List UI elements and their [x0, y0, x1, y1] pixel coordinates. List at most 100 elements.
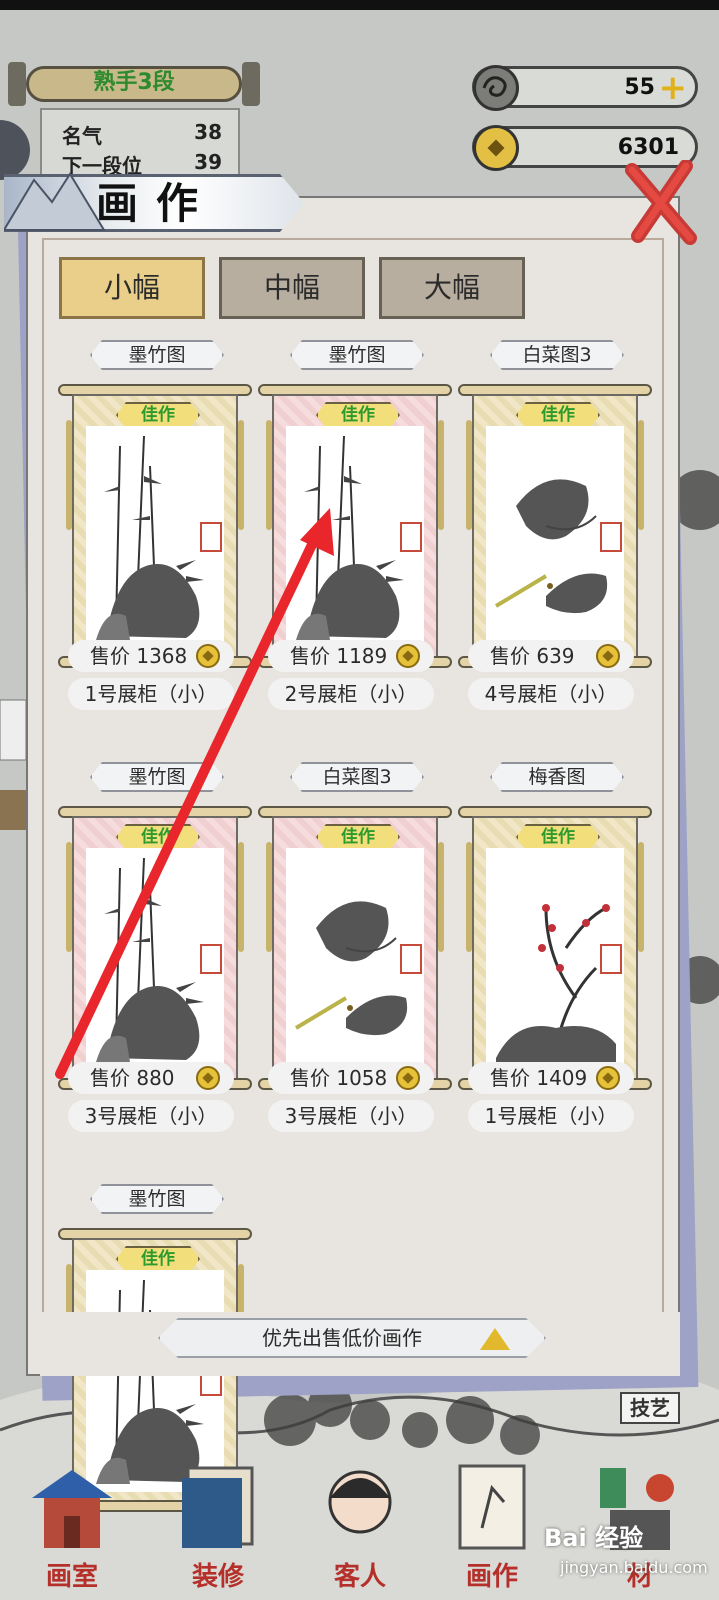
painting-card-2[interactable]: 墨竹图 佳作 售价 1189 2号展柜（小） [258, 340, 452, 750]
painting-name: 白菜图3 [490, 340, 624, 370]
nav-studio[interactable]: 画室 [12, 1458, 132, 1600]
price-pill: 售价 639 [468, 640, 634, 672]
seal-stamp [400, 944, 422, 974]
coin-icon [196, 644, 220, 668]
tassel-right [438, 842, 444, 952]
tassel-left [266, 420, 272, 530]
rank-title: 熟手3段 [93, 70, 175, 95]
close-button[interactable] [624, 159, 698, 246]
coin-icon [396, 644, 420, 668]
price-pill: 售价 880 [68, 1062, 234, 1094]
tab-small[interactable]: 小幅 [59, 257, 205, 319]
seal-stamp [600, 522, 622, 552]
painting-card-6[interactable]: 梅香图 佳作 售价 1409 1号展柜（小） [458, 762, 652, 1172]
rank-scroll: 熟手3段 [8, 62, 260, 106]
price-label: 售价 880 [90, 1066, 175, 1090]
fame-value: 38 [194, 120, 222, 144]
title-banner: 画作 [4, 168, 316, 234]
price-pill: 售价 1189 [268, 640, 434, 672]
grade-badge: 佳作 [116, 402, 200, 428]
price-pill: 售价 1368 [68, 640, 234, 672]
price-label: 售价 1409 [490, 1066, 588, 1090]
cabinet-label: 1号展柜（小） [68, 678, 234, 710]
tassel-right [638, 842, 644, 952]
fame-row: 名气 38 [62, 120, 222, 149]
nav-decorate-label: 装修 [191, 1562, 244, 1592]
seal-stamp [600, 944, 622, 974]
nav-paintings-label: 画作 [465, 1562, 518, 1592]
price-pill: 售价 1409 [468, 1062, 634, 1094]
cabinet-label: 4号展柜（小） [468, 678, 634, 710]
nav-decorate[interactable]: 装修 [158, 1458, 278, 1600]
price-label: 售价 1368 [90, 644, 188, 668]
tassel-left [66, 842, 72, 952]
cabinet-label: 2号展柜（小） [268, 678, 434, 710]
tab-medium[interactable]: 中幅 [219, 257, 365, 319]
painting-name: 白菜图3 [290, 762, 424, 792]
painting-name: 梅香图 [490, 762, 624, 792]
painting-card-3[interactable]: 白菜图3 佳作 售价 639 4号展柜（小） [458, 340, 652, 750]
grade-badge: 佳作 [116, 1246, 200, 1272]
painting-name: 墨竹图 [90, 762, 224, 792]
book-icon [182, 1466, 254, 1548]
painting-name: 墨竹图 [90, 340, 224, 370]
scroll-body: 佳作 [72, 816, 238, 1080]
coin-icon [396, 1066, 420, 1090]
scroll-body: 佳作 [472, 816, 638, 1080]
pavilion-icon [32, 1470, 112, 1548]
nav-guests[interactable]: 客人 [300, 1458, 420, 1600]
nav-guests-label: 客人 [333, 1562, 386, 1592]
skill-button[interactable]: 技艺 [620, 1392, 680, 1424]
cabinet-label: 3号展柜（小） [68, 1100, 234, 1132]
grade-badge: 佳作 [316, 402, 400, 428]
price-label: 售价 1058 [290, 1066, 388, 1090]
fame-label: 名气 [62, 124, 102, 148]
scroll-body: 佳作 [272, 816, 438, 1080]
watermark-logo: Bai 经验 [544, 1524, 644, 1552]
ink-swirl-icon [473, 65, 519, 111]
tab-large[interactable]: 大幅 [379, 257, 525, 319]
cabinet-label: 1号展柜（小） [468, 1100, 634, 1132]
energy-value: 55 [624, 75, 655, 100]
close-icon [625, 159, 697, 245]
price-label: 售价 639 [490, 644, 575, 668]
seal-stamp [400, 522, 422, 552]
sort-button-label: 优先出售低价画作 [262, 1326, 422, 1350]
status-bar [0, 0, 719, 10]
grade-badge: 佳作 [116, 824, 200, 850]
nav-paintings[interactable]: 画作 [432, 1458, 552, 1600]
coin-icon [596, 1066, 620, 1090]
scroll-body: 佳作 [272, 394, 438, 658]
scroll-body: 佳作 [72, 394, 238, 658]
painting-card-5[interactable]: 白菜图3 佳作 售价 1058 3号展柜（小） [258, 762, 452, 1172]
painting-card-1[interactable]: 墨竹图 佳作 售价 1368 1号展柜（小） [58, 340, 252, 750]
tassel-right [238, 420, 244, 530]
sell-low-price-first-button[interactable]: 优先出售低价画作 [158, 1318, 546, 1358]
watermark-url: jingyan.baidu.com [560, 1558, 708, 1577]
tassel-left [66, 420, 72, 530]
cabinet-label: 3号展柜（小） [268, 1100, 434, 1132]
painting-scroll-icon [458, 1464, 526, 1550]
tassel-right [438, 420, 444, 530]
grade-badge: 佳作 [516, 402, 600, 428]
grade-badge: 佳作 [516, 824, 600, 850]
seal-stamp [200, 522, 222, 552]
tassel-left [466, 420, 472, 530]
triangle-up-icon [480, 1328, 510, 1350]
tassel-left [466, 842, 472, 952]
seal-stamp [200, 944, 222, 974]
nav-studio-label: 画室 [45, 1562, 98, 1592]
painting-name: 墨竹图 [90, 1184, 224, 1214]
scroll-body: 佳作 [472, 394, 638, 658]
price-label: 售价 1189 [290, 644, 388, 668]
add-energy-button[interactable]: + [659, 71, 688, 105]
tassel-right [638, 420, 644, 530]
tassel-right [238, 842, 244, 952]
tassel-left [266, 842, 272, 952]
coin-icon [473, 125, 519, 171]
page-title: 画作 [96, 179, 217, 228]
guest-avatar-icon [328, 1470, 392, 1534]
painting-card-4[interactable]: 墨竹图 佳作 售价 880 3号展柜（小） [58, 762, 252, 1172]
coin-icon [196, 1066, 220, 1090]
painting-name: 墨竹图 [290, 340, 424, 370]
